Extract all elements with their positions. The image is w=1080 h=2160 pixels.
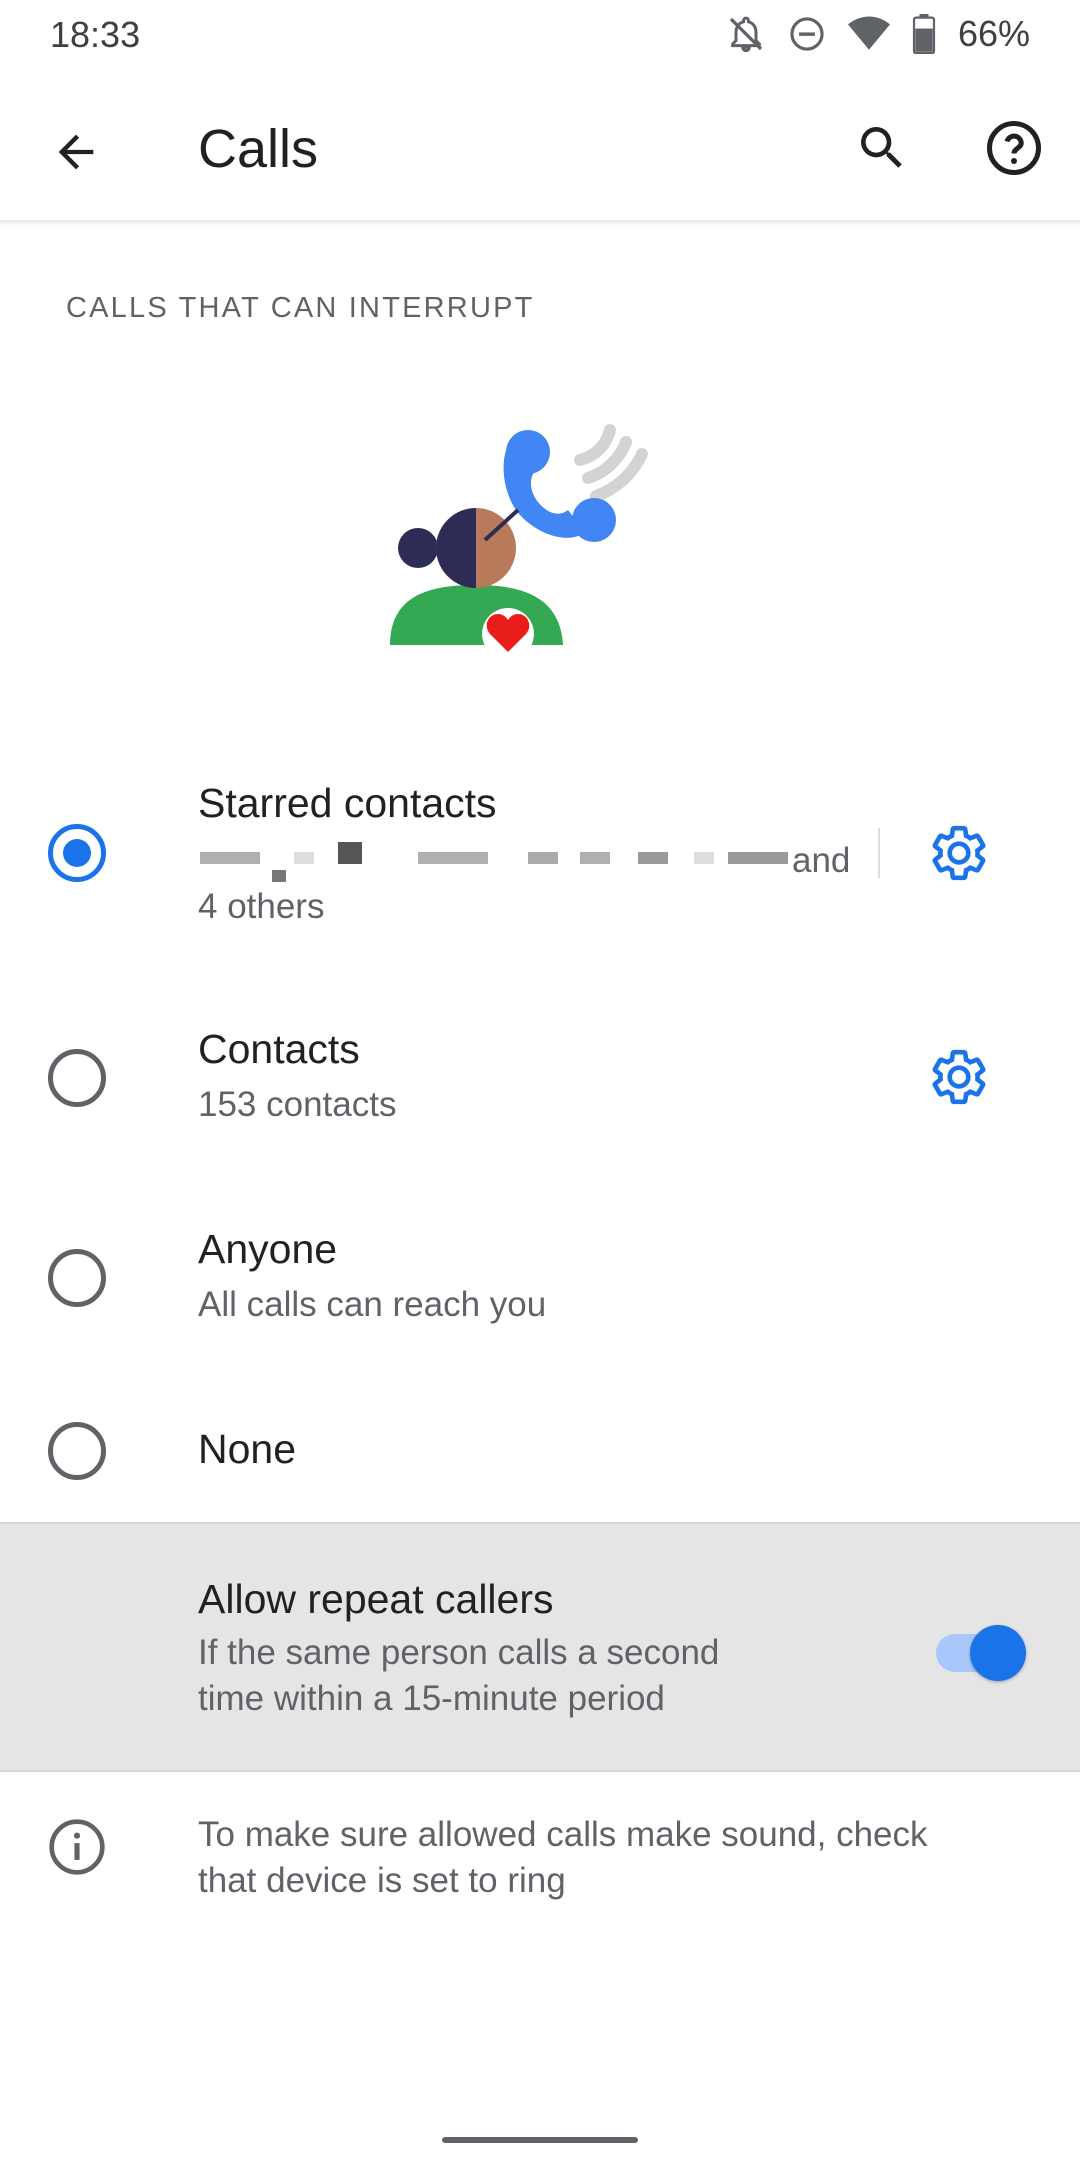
info-line-2: that device is set to ring xyxy=(198,1861,566,1900)
option-subtitle: All calls can reach you xyxy=(198,1285,547,1324)
repeat-callers-row[interactable]: Allow repeat callers If the same person … xyxy=(0,1522,1080,1772)
radio-anyone[interactable] xyxy=(48,1249,106,1307)
app-bar: Calls xyxy=(0,76,1080,222)
toggle-thumb[interactable] xyxy=(970,1625,1026,1681)
option-subtitle-end: and xyxy=(792,841,851,880)
option-none[interactable]: None xyxy=(0,1420,1080,1480)
option-title: None xyxy=(198,1426,297,1472)
repeat-callers-subtitle: If the same person calls a second xyxy=(198,1633,720,1672)
contacts-settings-button[interactable] xyxy=(914,1032,1004,1122)
status-time: 18:33 xyxy=(50,14,141,55)
info-line-1: To make sure allowed calls make sound, c… xyxy=(198,1815,928,1854)
repeat-callers-subtitle-2: time within a 15-minute period xyxy=(198,1679,665,1718)
option-title: Contacts xyxy=(198,1026,360,1072)
page-title: Calls xyxy=(198,119,319,179)
wifi-icon xyxy=(847,16,890,52)
section-header: CALLS THAT CAN INTERRUPT xyxy=(66,292,535,324)
option-subtitle-more: 4 others xyxy=(198,887,325,926)
option-anyone[interactable]: Anyone All calls can reach you xyxy=(0,1226,1080,1356)
search-button[interactable] xyxy=(842,108,922,188)
do-not-disturb-icon xyxy=(788,15,826,53)
help-button[interactable] xyxy=(974,108,1054,188)
option-title: Starred contacts xyxy=(198,780,497,826)
battery-icon xyxy=(912,14,936,54)
option-contacts[interactable]: Contacts 153 contacts xyxy=(0,1026,1080,1156)
battery-percent: 66% xyxy=(957,13,1030,54)
info-icon xyxy=(46,1816,108,1878)
radio-contacts[interactable] xyxy=(48,1049,106,1107)
back-button[interactable] xyxy=(40,116,112,188)
search-icon xyxy=(861,127,902,168)
gear-icon xyxy=(932,825,986,881)
radio-starred-contacts[interactable] xyxy=(48,824,106,882)
help-icon xyxy=(986,120,1042,176)
option-starred-contacts[interactable]: Starred contacts and 4 others xyxy=(0,780,1080,960)
back-arrow-icon xyxy=(58,134,94,170)
redacted-contact-names xyxy=(198,838,788,882)
gear-icon xyxy=(932,1049,986,1105)
calls-illustration xyxy=(380,400,670,660)
divider xyxy=(878,828,880,878)
gesture-nav-handle[interactable] xyxy=(442,2137,638,2143)
starred-contacts-settings-button[interactable] xyxy=(914,808,1004,898)
option-subtitle: 153 contacts xyxy=(198,1085,397,1124)
status-icons: 66% xyxy=(726,12,1030,56)
info-text: To make sure allowed calls make sound, c… xyxy=(198,1812,1038,1904)
radio-none[interactable] xyxy=(48,1422,106,1480)
repeat-callers-title: Allow repeat callers xyxy=(198,1576,554,1622)
notifications-off-icon xyxy=(726,14,766,54)
option-title: Anyone xyxy=(198,1226,338,1272)
